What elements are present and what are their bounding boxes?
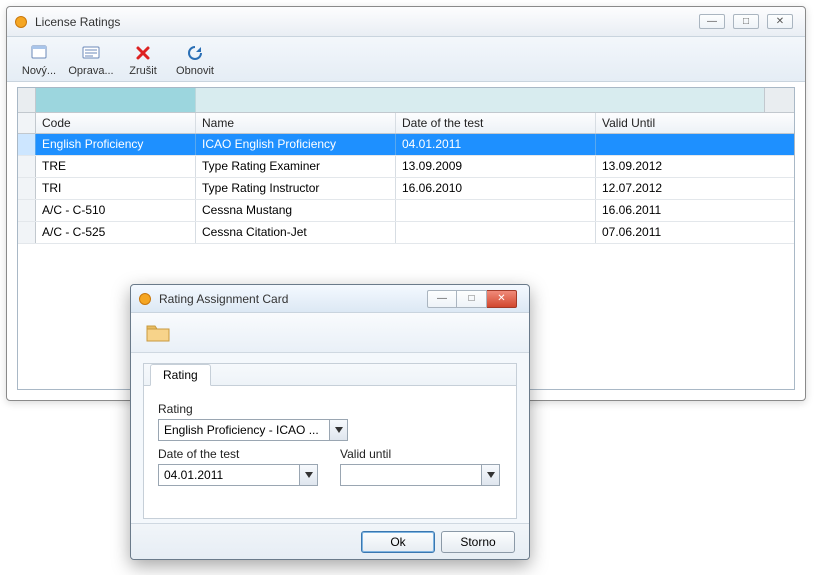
table-row[interactable]: TRIType Rating Instructor16.06.201012.07…	[18, 178, 794, 200]
storno-button[interactable]: Storno	[441, 531, 515, 553]
grid-group-row[interactable]	[18, 88, 794, 112]
main-toolbar: Nový... Oprava... Zrušit Obnovit	[7, 37, 805, 82]
table-row[interactable]: A/C - C-510Cessna Mustang 16.06.2011	[18, 200, 794, 222]
dialog-body: Rating Rating English Proficiency - ICAO…	[143, 363, 517, 519]
cell-name: Cessna Mustang	[196, 200, 396, 221]
toolbar-refresh-label: Obnovit	[176, 65, 214, 77]
grid-body: English ProficiencyICAO English Proficie…	[18, 134, 794, 244]
table-row[interactable]: A/C - C-525Cessna Citation-Jet 07.06.2011	[18, 222, 794, 244]
maximize-button[interactable]: □	[733, 14, 759, 29]
cancel-icon	[132, 43, 154, 63]
cell-valid: 13.09.2012	[596, 156, 794, 177]
toolbar-edit-label: Oprava...	[68, 65, 113, 77]
cell-date: 13.09.2009	[396, 156, 596, 177]
rating-combo[interactable]: English Proficiency - ICAO ...	[158, 419, 348, 441]
cell-date: 04.01.2011	[396, 134, 596, 155]
cell-valid: 12.07.2012	[596, 178, 794, 199]
dialog-icon	[137, 291, 153, 307]
toolbar-edit[interactable]: Oprava...	[65, 41, 117, 79]
cell-name: Cessna Citation-Jet	[196, 222, 396, 243]
row-indicator	[18, 178, 36, 199]
valid-label: Valid until	[340, 447, 502, 461]
cell-date: 16.06.2010	[396, 178, 596, 199]
cell-date	[396, 222, 596, 243]
refresh-icon	[184, 43, 206, 63]
date-label: Date of the test	[158, 447, 320, 461]
cell-valid: 16.06.2011	[596, 200, 794, 221]
date-combo[interactable]: 04.01.2011	[158, 464, 318, 486]
main-title: License Ratings	[35, 15, 699, 29]
new-file-icon	[28, 43, 50, 63]
dialog-minimize-button[interactable]: —	[427, 290, 457, 308]
toolbar-new-label: Nový...	[22, 65, 56, 77]
app-icon	[13, 14, 29, 30]
grid-header[interactable]: Code Name Date of the test Valid Until	[18, 112, 794, 134]
tab-rating-content: Rating English Proficiency - ICAO ... Da…	[144, 386, 516, 492]
rating-label: Rating	[158, 402, 502, 416]
col-header-code[interactable]: Code	[36, 113, 196, 133]
col-header-date[interactable]: Date of the test	[396, 113, 596, 133]
main-titlebar[interactable]: License Ratings — □ ✕	[7, 7, 805, 37]
toolbar-new[interactable]: Nový...	[13, 41, 65, 79]
cell-code: TRI	[36, 178, 196, 199]
chevron-down-icon[interactable]	[481, 465, 499, 485]
cell-valid	[596, 134, 794, 155]
cell-valid: 07.06.2011	[596, 222, 794, 243]
table-row[interactable]: TREType Rating Examiner13.09.200913.09.2…	[18, 156, 794, 178]
dialog-tabstrip: Rating	[144, 364, 516, 386]
dialog-maximize-button[interactable]: □	[457, 290, 487, 308]
cell-name: ICAO English Proficiency	[196, 134, 396, 155]
dialog-close-button[interactable]: ✕	[487, 290, 517, 308]
col-header-name[interactable]: Name	[196, 113, 396, 133]
cell-code: A/C - C-510	[36, 200, 196, 221]
row-indicator	[18, 134, 36, 155]
dialog-title: Rating Assignment Card	[159, 292, 427, 306]
dialog-titlebar[interactable]: Rating Assignment Card — □ ✕	[131, 285, 529, 313]
cell-name: Type Rating Examiner	[196, 156, 396, 177]
rating-combo-value: English Proficiency - ICAO ...	[159, 423, 329, 437]
folder-icon	[145, 322, 171, 344]
main-window-controls: — □ ✕	[699, 14, 799, 29]
ok-button[interactable]: Ok	[361, 531, 435, 553]
dialog-window-controls: — □ ✕	[427, 290, 523, 308]
rating-assignment-dialog: Rating Assignment Card — □ ✕ Rating Rati…	[130, 284, 530, 560]
row-indicator	[18, 200, 36, 221]
toolbar-cancel-label: Zrušit	[129, 65, 157, 77]
valid-combo[interactable]	[340, 464, 500, 486]
tab-rating[interactable]: Rating	[150, 364, 211, 386]
cell-date	[396, 200, 596, 221]
row-indicator	[18, 222, 36, 243]
minimize-button[interactable]: —	[699, 14, 725, 29]
cell-code: A/C - C-525	[36, 222, 196, 243]
edit-icon	[80, 43, 102, 63]
cell-code: TRE	[36, 156, 196, 177]
toolbar-refresh[interactable]: Obnovit	[169, 41, 221, 79]
date-combo-value: 04.01.2011	[159, 468, 299, 482]
chevron-down-icon[interactable]	[329, 420, 347, 440]
row-indicator	[18, 156, 36, 177]
cell-name: Type Rating Instructor	[196, 178, 396, 199]
chevron-down-icon[interactable]	[299, 465, 317, 485]
dialog-buttons: Ok Storno	[131, 523, 529, 559]
dialog-band	[131, 313, 529, 353]
toolbar-cancel[interactable]: Zrušit	[117, 41, 169, 79]
close-button[interactable]: ✕	[767, 14, 793, 29]
col-header-valid[interactable]: Valid Until	[596, 113, 794, 133]
cell-code: English Proficiency	[36, 134, 196, 155]
table-row[interactable]: English ProficiencyICAO English Proficie…	[18, 134, 794, 156]
